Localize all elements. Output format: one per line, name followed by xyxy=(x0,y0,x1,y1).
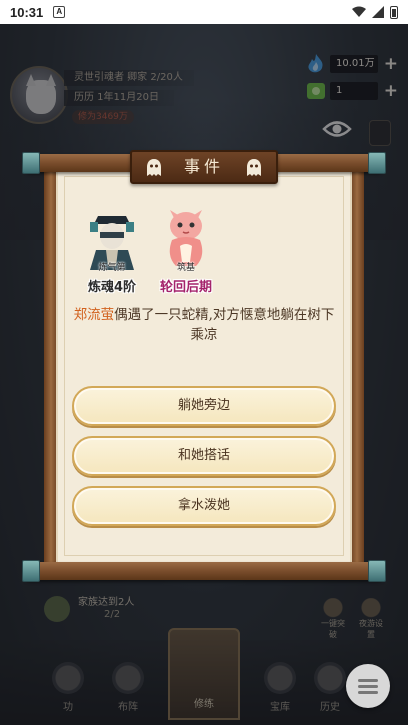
menu-bar xyxy=(358,685,378,688)
character-card-player[interactable]: 炼气第 炼魂4阶 xyxy=(78,206,146,295)
event-text: 偶遇了一只蛇精,对方惬意地躺在树下乘凉 xyxy=(114,307,335,343)
signal-icon xyxy=(372,6,384,18)
notification-icon: A xyxy=(53,6,66,18)
choice-button-talk[interactable]: 和她搭话 xyxy=(72,436,336,476)
character-rank: 炼气第 xyxy=(98,263,126,273)
menu-bar xyxy=(358,679,378,682)
scroll-side-right xyxy=(350,166,364,566)
character-card-snake-spirit[interactable]: 筑基 轮回后期 xyxy=(152,206,220,295)
choice-button-splash-water[interactable]: 拿水泼她 xyxy=(72,486,336,526)
menu-fab-button[interactable] xyxy=(346,664,390,708)
dialog-title-plaque: 事件 xyxy=(130,150,278,184)
character-realm: 轮回后期 xyxy=(159,280,212,295)
rod-cap xyxy=(22,560,40,582)
status-icons xyxy=(352,5,398,19)
rod-cap xyxy=(22,152,40,174)
character-realm: 炼魂4阶 xyxy=(87,280,137,295)
status-time: 10:31 xyxy=(10,4,44,20)
wifi-icon xyxy=(352,6,366,17)
status-bar: 10:31 A xyxy=(0,0,408,24)
event-character-name: 郑流萤 xyxy=(73,307,115,323)
character-rank: 筑基 xyxy=(176,263,195,273)
battery-icon xyxy=(390,5,398,19)
rod-cap xyxy=(368,560,386,582)
choice-button-lie-beside[interactable]: 躺她旁边 xyxy=(72,386,336,426)
ghost-icon xyxy=(247,159,261,176)
scroll-rod-bottom xyxy=(22,560,386,582)
rod-cap xyxy=(368,152,386,174)
menu-bar xyxy=(358,691,378,694)
event-description: 郑流萤偶遇了一只蛇精,对方惬意地躺在树下乘凉 xyxy=(70,305,338,345)
